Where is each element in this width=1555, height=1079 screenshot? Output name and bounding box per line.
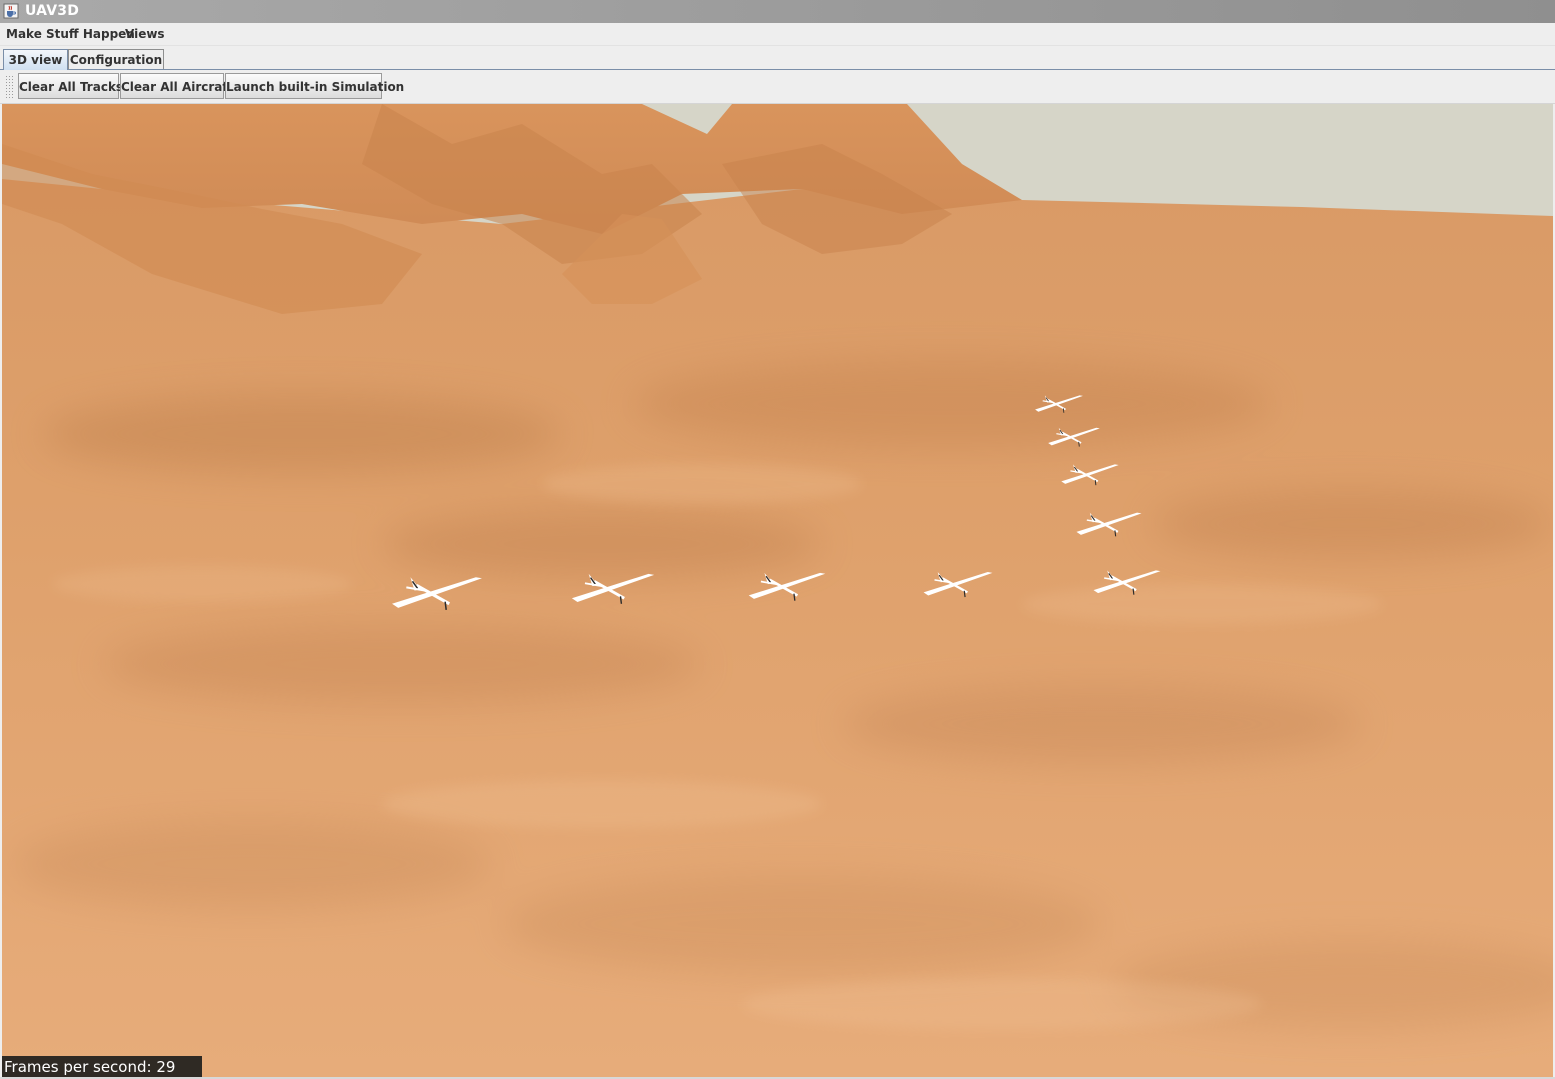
fps-readout: Frames per second: 29 (2, 1056, 202, 1077)
menu-make-stuff-happen[interactable]: Make Stuff Happen (6, 27, 135, 41)
java-cup-icon (3, 3, 19, 19)
3d-viewport[interactable] (2, 104, 1553, 1077)
tab-configuration[interactable]: Configuration (68, 49, 164, 69)
toolbar: Clear All Tracks Clear All Aircraft Laun… (0, 70, 1555, 104)
terrain-scene (2, 104, 1553, 1077)
clear-all-tracks-button[interactable]: Clear All Tracks (18, 73, 123, 99)
launch-simulation-button[interactable]: Launch built-in Simulation (225, 73, 404, 99)
tab-3d-view[interactable]: 3D view (3, 49, 68, 70)
clear-all-aircraft-button[interactable]: Clear All Aircraft (120, 73, 233, 99)
tab-strip: 3D view Configuration (0, 46, 1555, 70)
toolbar-drag-handle[interactable] (5, 75, 13, 99)
menu-views[interactable]: Views (125, 27, 165, 41)
title-bar: UAV3D (0, 0, 1555, 23)
menu-bar: Make Stuff Happen Views (0, 23, 1555, 46)
window-title: UAV3D (25, 3, 80, 19)
